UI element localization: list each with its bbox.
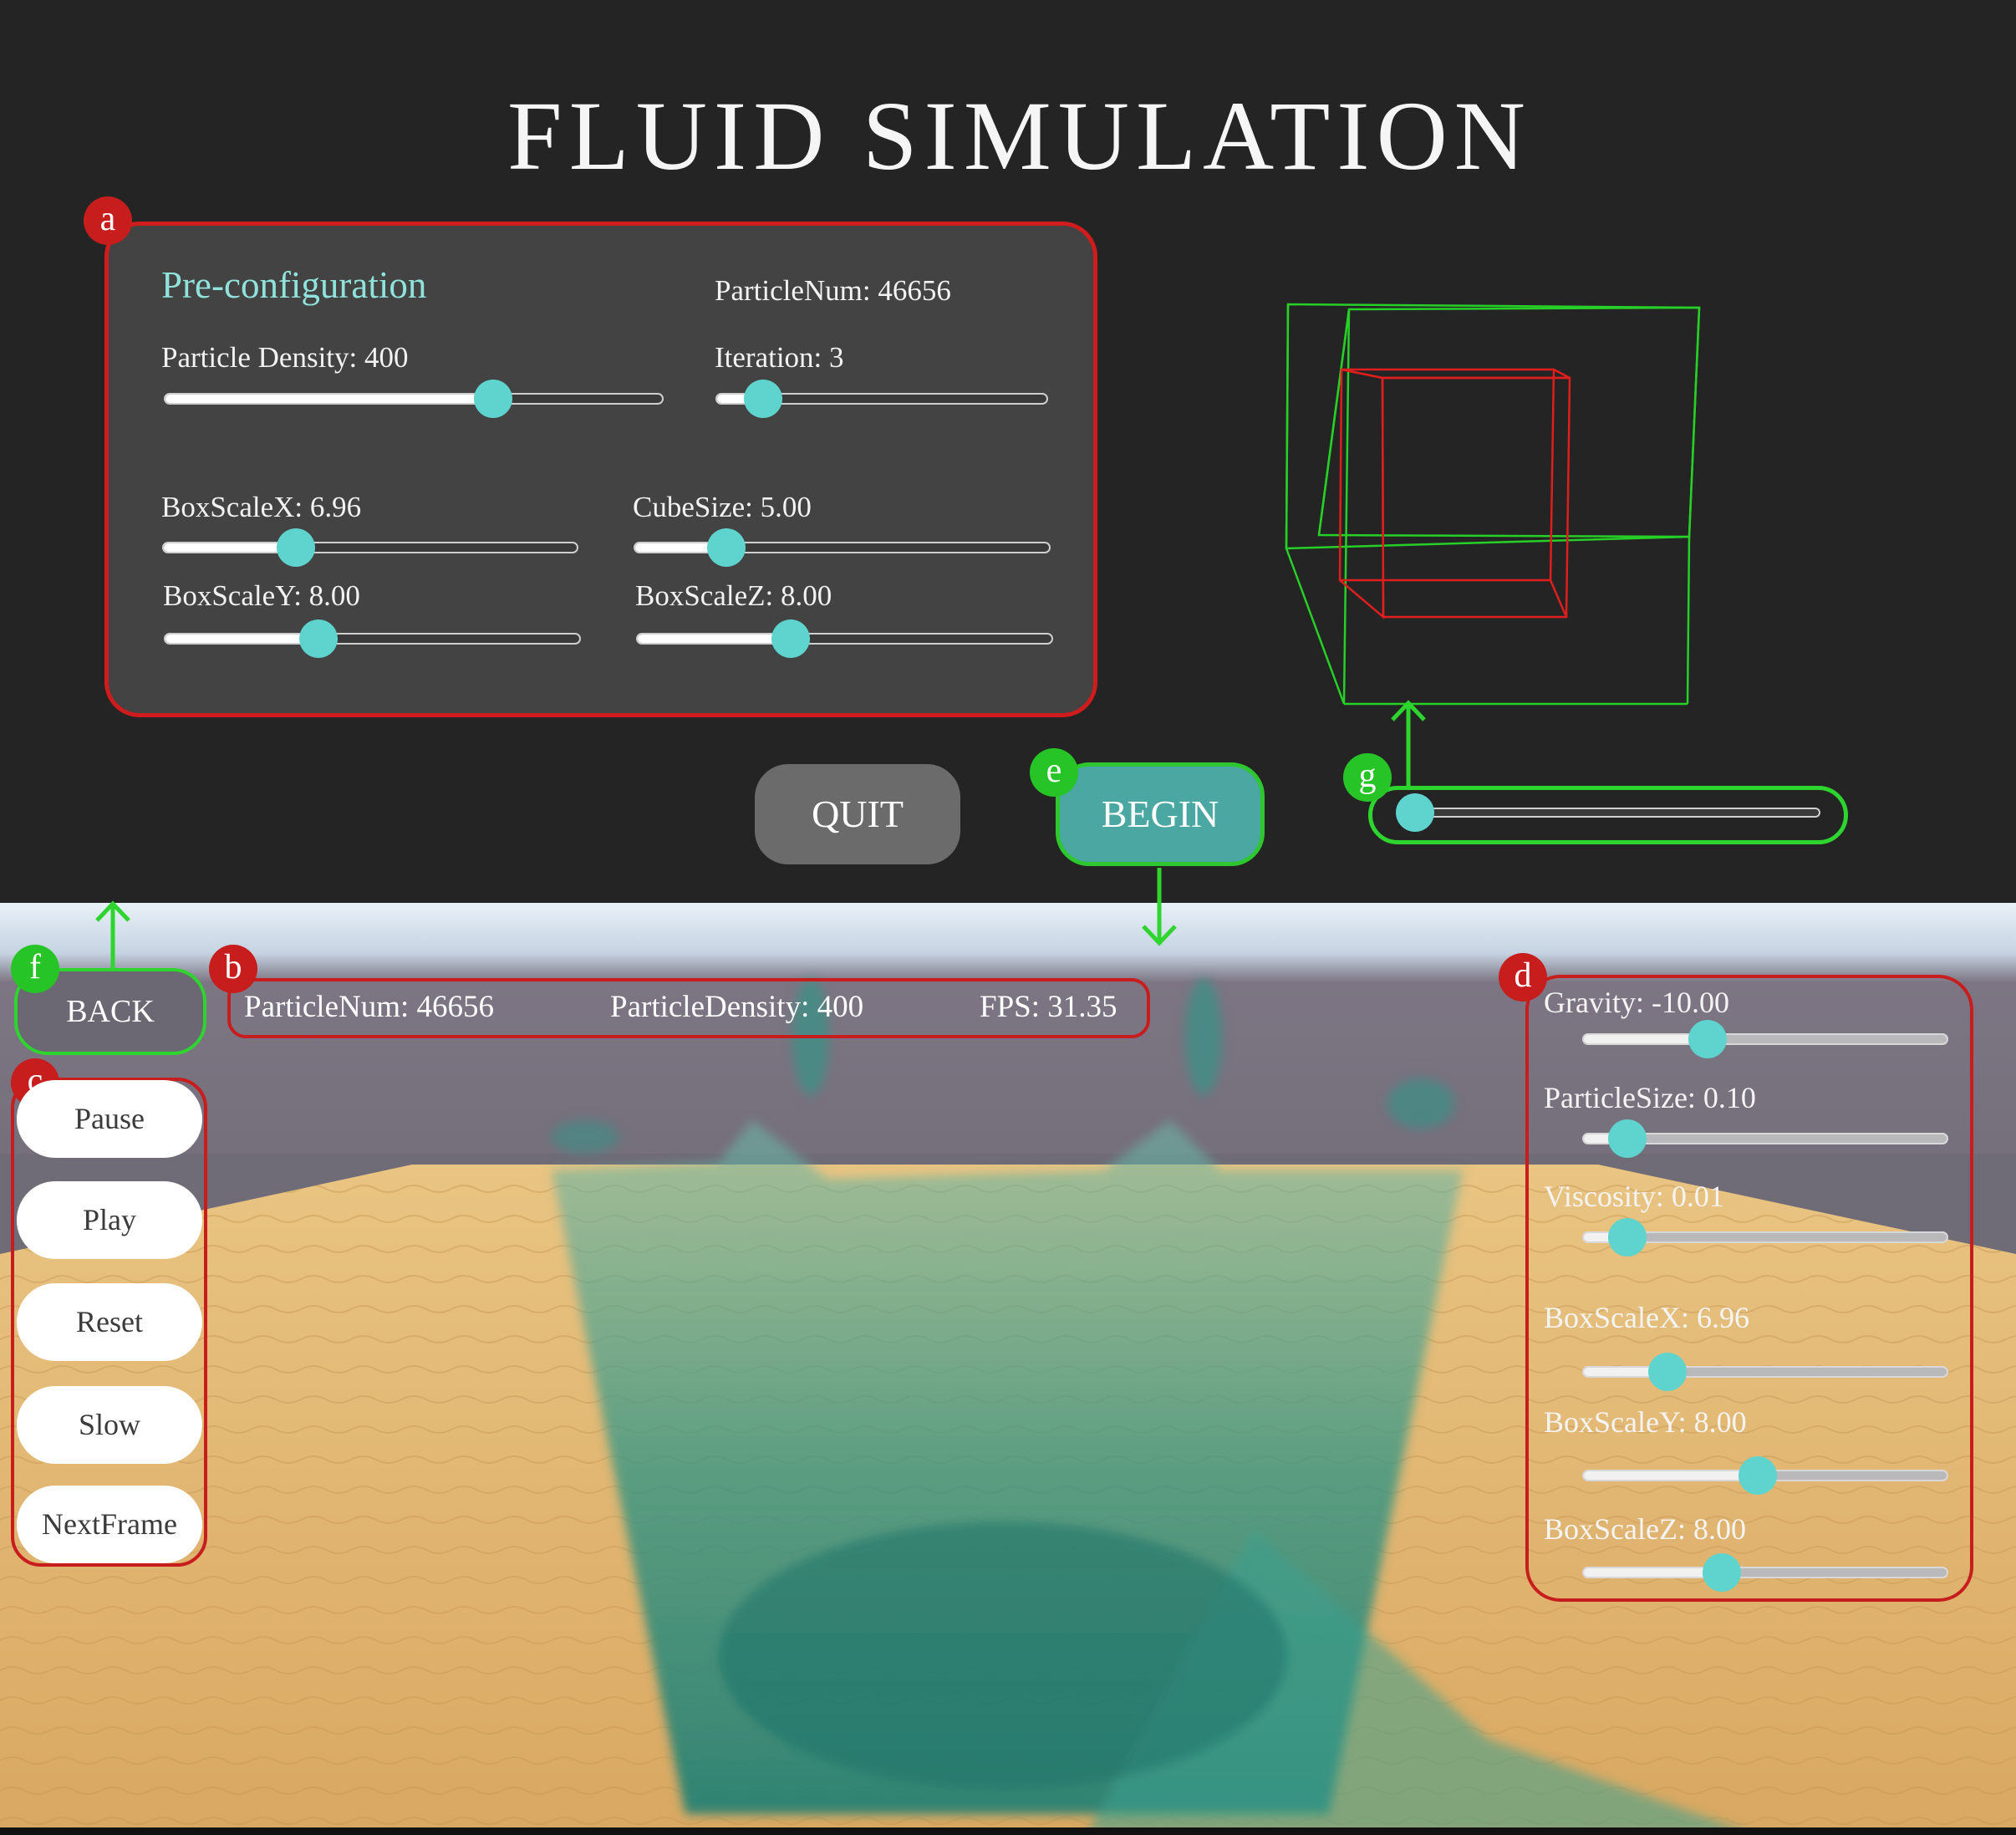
runtime-boxscale-x-slider-handle[interactable] <box>1647 1353 1687 1391</box>
particle-size-slider[interactable] <box>1582 1119 1948 1158</box>
stat-fps: FPS: 31.35 <box>980 990 1117 1024</box>
preconfig-heading: Pre-configuration <box>161 264 427 306</box>
stat-particle-num: ParticleNum: 46656 <box>244 990 495 1024</box>
gravity-slider-handle[interactable] <box>1688 1020 1727 1058</box>
boxscale-y-label: BoxScaleY: 8.00 <box>163 579 360 612</box>
next-frame-button[interactable]: NextFrame <box>17 1486 202 1563</box>
reset-button[interactable]: Reset <box>17 1283 202 1361</box>
boxscale-x-slider[interactable] <box>162 528 578 567</box>
runtime-boxscale-y-label: BoxScaleY: 8.00 <box>1544 1405 1747 1439</box>
begin-button[interactable]: BEGIN <box>1056 762 1265 866</box>
runtime-boxscale-z-label: BoxScaleZ: 8.00 <box>1544 1512 1746 1546</box>
fluid-cube-wireframe <box>1338 368 1571 619</box>
boxscale-x-slider-handle[interactable] <box>277 528 316 567</box>
viscosity-slider[interactable] <box>1582 1218 1948 1256</box>
cube-size-slider-handle[interactable] <box>706 528 746 567</box>
density-slider-handle[interactable] <box>474 380 513 418</box>
iteration-slider[interactable] <box>715 380 1048 418</box>
runtime-boxscale-y-slider-handle[interactable] <box>1739 1456 1778 1495</box>
marker-d: d <box>1499 953 1547 1002</box>
runtime-boxscale-z-slider[interactable] <box>1582 1553 1948 1592</box>
iteration-slider-handle[interactable] <box>744 380 783 418</box>
g-arrow-icon <box>1391 700 1426 788</box>
runtime-boxscale-x-slider[interactable] <box>1582 1353 1948 1391</box>
viscosity-slider-handle[interactable] <box>1608 1218 1647 1256</box>
preconfig-particle-num: ParticleNum: 46656 <box>715 274 951 307</box>
boxscale-z-slider[interactable] <box>636 619 1053 658</box>
runtime-boxscale-z-slider-handle[interactable] <box>1702 1553 1741 1592</box>
boxscale-z-label: BoxScaleZ: 8.00 <box>635 579 832 612</box>
gravity-label: Gravity: -10.00 <box>1544 986 1729 1019</box>
viscosity-label: Viscosity: 0.01 <box>1544 1180 1724 1213</box>
marker-e: e <box>1030 748 1078 797</box>
boxscale-z-slider-handle[interactable] <box>771 619 811 658</box>
slow-button[interactable]: Slow <box>17 1386 202 1464</box>
marker-g: g <box>1343 753 1392 802</box>
pause-button[interactable]: Pause <box>17 1080 202 1158</box>
container-box-wireframe <box>1285 303 1701 706</box>
particle-size-slider-handle[interactable] <box>1608 1119 1647 1158</box>
stat-particle-density: ParticleDensity: 400 <box>610 990 864 1024</box>
e-arrow-icon <box>1142 868 1177 946</box>
view-angle-slider-handle[interactable] <box>1395 793 1434 832</box>
boxscale-y-slider[interactable] <box>164 619 581 658</box>
cube-size-slider[interactable] <box>634 528 1051 567</box>
page-title: FLUID SIMULATION <box>507 81 1532 191</box>
f-arrow-icon <box>95 900 130 972</box>
boxscale-y-slider-handle[interactable] <box>299 619 339 658</box>
density-slider[interactable] <box>164 380 664 418</box>
particle-size-label: ParticleSize: 0.10 <box>1544 1081 1756 1114</box>
marker-b: b <box>209 945 257 993</box>
marker-f: f <box>11 945 59 993</box>
runtime-parameters-panel <box>1525 975 1973 1602</box>
density-label: Particle Density: 400 <box>161 341 409 374</box>
runtime-boxscale-x-label: BoxScaleX: 6.96 <box>1544 1301 1749 1334</box>
iteration-label: Iteration: 3 <box>715 341 844 374</box>
play-button[interactable]: Play <box>17 1181 202 1259</box>
box-preview-wireframe <box>1285 303 1701 706</box>
marker-a: a <box>84 196 132 245</box>
gravity-slider[interactable] <box>1582 1020 1948 1058</box>
view-angle-slider[interactable] <box>1395 793 1820 832</box>
runtime-boxscale-y-slider[interactable] <box>1582 1456 1948 1495</box>
boxscale-x-label: BoxScaleX: 6.96 <box>161 491 362 523</box>
bottom-edge <box>0 1827 2016 1835</box>
quit-button[interactable]: QUIT <box>755 764 960 864</box>
cube-size-label: CubeSize: 5.00 <box>633 491 812 523</box>
